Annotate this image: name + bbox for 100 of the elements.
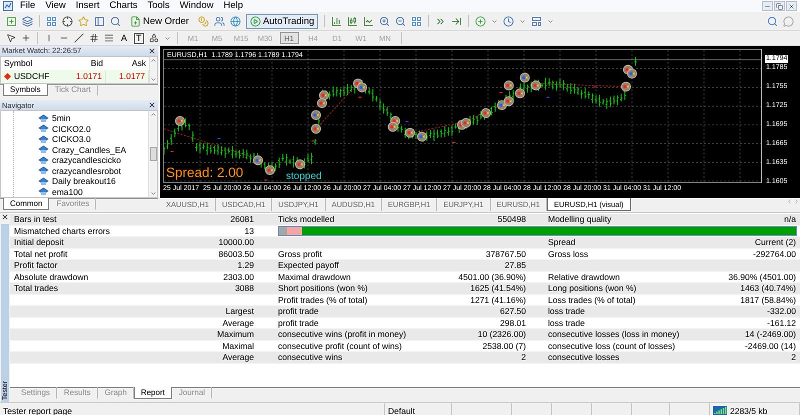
scrollbar[interactable] bbox=[149, 56, 157, 83]
report-label: Spread bbox=[548, 237, 576, 248]
caret-icon[interactable] bbox=[519, 18, 526, 24]
lines-icon[interactable] bbox=[104, 33, 114, 43]
report-label: Maximal drawdown bbox=[278, 272, 351, 282]
users-icon[interactable] bbox=[214, 16, 225, 26]
report-label: profit trade bbox=[278, 318, 319, 328]
text-tool-button[interactable]: T bbox=[134, 32, 144, 44]
navigator-item[interactable]: crazycandlescicko bbox=[52, 155, 121, 166]
menu-item[interactable]: Help bbox=[218, 0, 248, 12]
bar-chart-icon[interactable] bbox=[331, 16, 342, 26]
navigator-item[interactable]: Daily breakout16 bbox=[52, 176, 116, 186]
star-icon[interactable] bbox=[78, 16, 89, 26]
zoom-in-icon[interactable] bbox=[379, 16, 390, 26]
menu-item[interactable]: Insert bbox=[70, 0, 104, 12]
report-value: 2 bbox=[791, 352, 796, 362]
scroll-up-icon[interactable] bbox=[150, 56, 157, 64]
trade-marker bbox=[520, 72, 530, 83]
report-value: 2 bbox=[521, 352, 526, 362]
scroll-up-icon[interactable] bbox=[150, 111, 156, 118]
menu-item[interactable]: File bbox=[15, 0, 40, 12]
trade-marker bbox=[504, 96, 514, 106]
report-value: 14 (-2469.00) bbox=[744, 329, 796, 340]
cap-icon bbox=[38, 145, 49, 154]
column-header: Ask bbox=[130, 56, 147, 70]
search-icon[interactable] bbox=[767, 16, 778, 26]
trade-marker bbox=[388, 122, 398, 132]
navigator-item[interactable]: CICKO2.0 bbox=[52, 124, 91, 134]
report-value: -292764.00 bbox=[752, 248, 796, 259]
trade-marker bbox=[311, 110, 321, 120]
search-icon[interactable] bbox=[110, 16, 121, 26]
navigator-item[interactable]: Crazy_Candles_EA bbox=[52, 144, 126, 155]
candlestick-icon[interactable] bbox=[347, 16, 358, 26]
caret-icon[interactable] bbox=[547, 18, 554, 24]
cursor-icon[interactable] bbox=[6, 33, 16, 43]
column-header: Symbol bbox=[3, 56, 34, 70]
panel-tab[interactable]: Symbols bbox=[3, 84, 48, 96]
hash-icon[interactable] bbox=[89, 33, 99, 43]
trade-marker bbox=[504, 80, 514, 90]
report-value: 36.90% (4501.00) bbox=[728, 272, 796, 282]
report-value: 1.29 bbox=[237, 260, 254, 270]
close-icon[interactable] bbox=[148, 101, 156, 110]
cap-icon bbox=[38, 187, 49, 196]
menu-item[interactable]: Charts bbox=[104, 0, 142, 12]
new-order-button[interactable]: New Order bbox=[126, 14, 193, 28]
profile-name: Default bbox=[388, 406, 415, 415]
shapes-icon[interactable] bbox=[148, 33, 159, 43]
globe-icon[interactable] bbox=[230, 16, 241, 26]
menu-item[interactable]: Window bbox=[174, 0, 218, 12]
report-value: 13 bbox=[244, 226, 254, 236]
caret-icon[interactable] bbox=[164, 34, 171, 42]
close-icon[interactable] bbox=[1, 213, 9, 221]
tile-windows-icon[interactable] bbox=[411, 16, 422, 26]
report-value: 4501.00 (36.90%) bbox=[458, 272, 526, 282]
arrow-to-line-icon[interactable] bbox=[451, 16, 462, 26]
template-icon[interactable] bbox=[531, 16, 542, 26]
caret-icon[interactable] bbox=[491, 18, 498, 24]
text-tool-button[interactable]: A bbox=[119, 32, 130, 44]
report-value: 627.50 bbox=[500, 306, 526, 316]
report-label: Total trades bbox=[14, 283, 58, 294]
report-label: consecutive profit (count of wins) bbox=[278, 340, 402, 351]
navigator-item[interactable]: crazycandlesrobot bbox=[52, 166, 121, 176]
menu-item[interactable]: View bbox=[40, 0, 71, 12]
plus-circle-icon[interactable] bbox=[475, 16, 486, 26]
plus-square-icon[interactable] bbox=[6, 16, 17, 26]
report-value: 1463 (40.74%) bbox=[740, 283, 796, 294]
panel-icon[interactable] bbox=[94, 16, 105, 26]
layers-icon[interactable] bbox=[22, 16, 33, 26]
report-value: n/a bbox=[784, 214, 796, 224]
play-icon[interactable] bbox=[250, 16, 261, 26]
panel-tab[interactable]: Common bbox=[3, 198, 50, 210]
menu-item[interactable]: Tools bbox=[142, 0, 175, 12]
report-value: 10 (2326.00) bbox=[478, 329, 526, 340]
grid-icon[interactable] bbox=[46, 16, 57, 26]
status-message: Tester report page bbox=[3, 406, 72, 415]
navigator-item[interactable]: 5min bbox=[52, 113, 70, 124]
navigator-item[interactable]: ema100 bbox=[52, 186, 83, 197]
report-value: 378767.50 bbox=[486, 248, 526, 259]
crosshair-icon[interactable] bbox=[62, 16, 73, 26]
navigator-item[interactable]: CICKO3.0 bbox=[52, 134, 91, 144]
trade-marker bbox=[461, 118, 471, 128]
traffic-label: 2283/5 kb bbox=[730, 406, 768, 415]
scrollbar[interactable] bbox=[148, 111, 157, 198]
clock-icon[interactable] bbox=[503, 16, 514, 26]
file-plus-icon[interactable] bbox=[130, 16, 141, 26]
autotrading-button[interactable]: AutoTrading bbox=[246, 14, 318, 28]
report-value: 10000.00 bbox=[218, 237, 254, 248]
close-icon[interactable] bbox=[148, 46, 156, 55]
zoom-out-icon[interactable] bbox=[395, 16, 406, 26]
report-label: Expected payoff bbox=[278, 260, 339, 270]
scroll-thumb[interactable] bbox=[150, 147, 156, 162]
crosshair-icon[interactable] bbox=[21, 33, 31, 43]
scroll-down-icon[interactable] bbox=[150, 190, 156, 198]
scroll-down-icon[interactable] bbox=[150, 76, 157, 83]
trend-line-icon[interactable] bbox=[74, 33, 84, 43]
line-chart-icon[interactable] bbox=[363, 16, 374, 26]
tester-tab[interactable]: Report bbox=[134, 387, 172, 399]
symbol-cell[interactable]: USDCHF bbox=[1, 70, 63, 83]
trade-marker bbox=[405, 128, 415, 138]
trade-marker bbox=[295, 159, 305, 170]
